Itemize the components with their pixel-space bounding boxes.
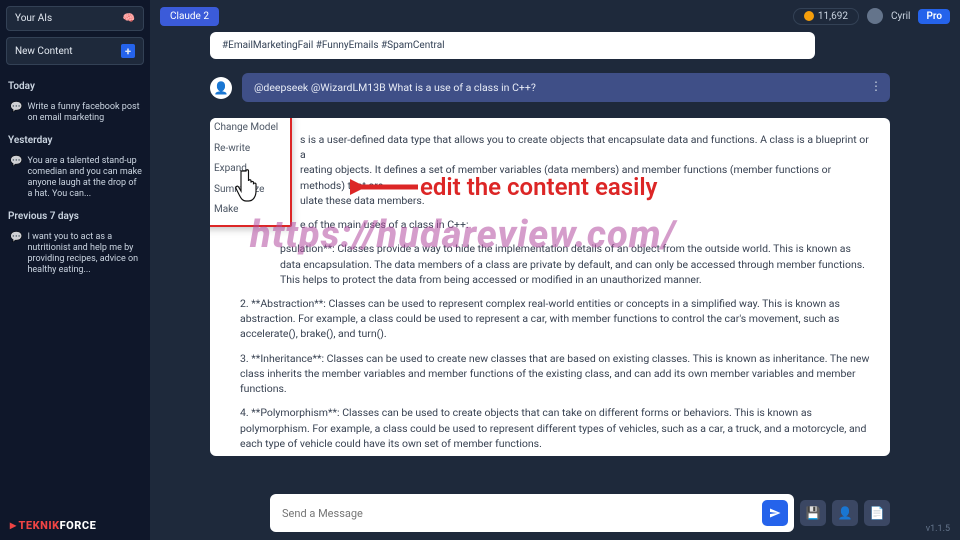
- brand-logo: ▸TEKNIKFORCE: [0, 510, 150, 540]
- profile-button[interactable]: 👤: [832, 500, 858, 526]
- version-label: v1.1.5: [926, 524, 950, 534]
- section-today: Today: [0, 77, 150, 96]
- topbar: Claude 2 11,692 Cyril Pro: [150, 0, 960, 28]
- answer-card: Change Model Re-write Expand Summarize M…: [210, 118, 890, 456]
- scrollbar-thumb[interactable]: [145, 77, 149, 167]
- sidebar-item-label: I want you to act as a nutritionist and …: [27, 232, 142, 277]
- ctx-make[interactable]: Make: [210, 200, 290, 221]
- ctx-summarize[interactable]: Summarize: [210, 180, 290, 201]
- list-item[interactable]: 💬 I want you to act as a nutritionist an…: [0, 226, 150, 283]
- answer-line: ulate these data members.: [240, 193, 874, 208]
- answer-line: 4. **Polymorphism**: Classes can be used…: [240, 405, 874, 451]
- ctx-rewrite[interactable]: Re-write: [210, 139, 290, 160]
- plus-icon: +: [121, 44, 135, 58]
- sidebar: Your AIs 🧠 New Content + Today 💬 Write a…: [0, 0, 150, 540]
- answer-line: psulation**: Classes provide a way to hi…: [240, 241, 874, 287]
- your-ais-button[interactable]: Your AIs 🧠: [6, 6, 144, 31]
- new-content-button[interactable]: New Content +: [6, 37, 144, 65]
- pro-badge[interactable]: Pro: [918, 9, 950, 24]
- ctx-change-model[interactable]: Change Model: [210, 118, 290, 139]
- context-menu: Change Model Re-write Expand Summarize M…: [210, 118, 292, 227]
- composer: 💾 👤 📄: [150, 486, 960, 540]
- ais-icon: 🧠: [123, 13, 135, 24]
- topbar-right: 11,692 Cyril Pro: [793, 8, 950, 25]
- sidebar-history: Today 💬 Write a funny facebook post on e…: [0, 77, 150, 283]
- coin-balance[interactable]: 11,692: [793, 8, 859, 25]
- model-selector[interactable]: Claude 2: [160, 7, 219, 26]
- prompt-row: 👤 @deepseek @WizardLM13B What is a use o…: [210, 73, 890, 102]
- ctx-expand[interactable]: Expand: [210, 159, 290, 180]
- avatar[interactable]: [867, 8, 883, 24]
- new-content-label: New Content: [15, 46, 73, 57]
- prompt-bubble: @deepseek @WizardLM13B What is a use of …: [242, 73, 890, 102]
- section-yesterday: Yesterday: [0, 131, 150, 150]
- list-item[interactable]: 💬 You are a talented stand-up comedian a…: [0, 150, 150, 207]
- main-panel: Claude 2 11,692 Cyril Pro #EmailMarketin…: [150, 0, 960, 540]
- hashtag-card: #EmailMarketingFail #FunnyEmails #SpamCe…: [210, 32, 815, 59]
- coin-icon: [804, 11, 814, 21]
- answer-line: s is a user-defined data type that allow…: [240, 132, 874, 162]
- answer-line: 2. **Abstraction**: Classes can be used …: [240, 296, 874, 342]
- sidebar-item-label: Write a funny facebook post on email mar…: [27, 102, 142, 125]
- message-input[interactable]: [282, 507, 762, 520]
- sidebar-item-label: You are a talented stand-up comedian and…: [27, 156, 142, 201]
- coin-value: 11,692: [818, 11, 848, 22]
- chat-icon: 💬: [10, 102, 22, 125]
- prompt-text: @deepseek @WizardLM13B What is a use of …: [254, 81, 536, 94]
- section-prev7: Previous 7 days: [0, 207, 150, 226]
- brand-caret-icon: ▸: [10, 518, 17, 532]
- your-ais-label: Your AIs: [15, 13, 52, 24]
- save-button[interactable]: 💾: [800, 500, 826, 526]
- chat-icon: 💬: [10, 156, 22, 201]
- chat-area: #EmailMarketingFail #FunnyEmails #SpamCe…: [150, 28, 960, 540]
- answer-line: e of the main uses of a class in C++:: [240, 217, 874, 232]
- chat-icon: 💬: [10, 232, 22, 277]
- app-root: Your AIs 🧠 New Content + Today 💬 Write a…: [0, 0, 960, 540]
- list-item[interactable]: 💬 Write a funny facebook post on email m…: [0, 96, 150, 131]
- user-name: Cyril: [891, 11, 911, 22]
- send-button[interactable]: [762, 500, 788, 526]
- answer-line: 3. **Inheritance**: Classes can be used …: [240, 351, 874, 397]
- doc-button[interactable]: 📄: [864, 500, 890, 526]
- composer-input-wrap: [270, 494, 794, 532]
- prompt-menu-icon[interactable]: ⋮: [870, 79, 882, 93]
- user-avatar-icon: 👤: [210, 77, 232, 99]
- answer-line: reating objects. It defines a set of mem…: [240, 162, 874, 192]
